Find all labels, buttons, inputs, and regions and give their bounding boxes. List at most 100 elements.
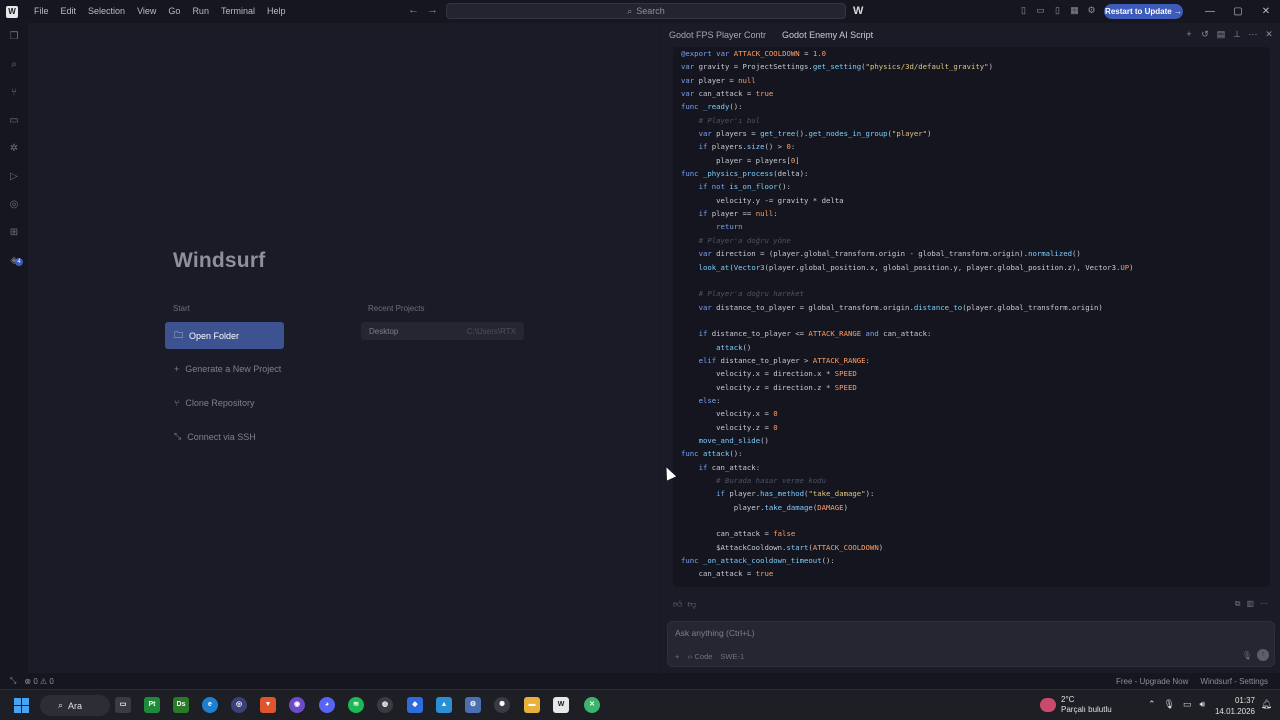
explorer-icon[interactable]: ❐ xyxy=(8,31,20,43)
spotify-icon[interactable]: ≋ xyxy=(348,697,364,713)
open-folder-button[interactable]: 🗀 Open Folder xyxy=(165,322,284,349)
weather-text: 2°C Parçalı bulutlu xyxy=(1061,695,1112,715)
chat-input[interactable]: Ask anything (Ctrl+L) + ‹› Code SWE-1 🎙︎… xyxy=(667,621,1275,667)
book-icon[interactable]: ▭ xyxy=(8,115,20,127)
microphone-icon[interactable]: 🎙︎ xyxy=(1242,651,1252,660)
code-line: var players = get_tree().get_nodes_in_gr… xyxy=(698,129,932,139)
photos-icon[interactable]: ▲ xyxy=(436,697,452,713)
more-icon[interactable]: ⋯ xyxy=(1248,29,1258,40)
pin-icon[interactable]: ⊥ xyxy=(1232,29,1242,40)
menu-file[interactable]: File xyxy=(28,0,55,23)
add-context-icon[interactable]: + xyxy=(675,652,679,661)
code-block[interactable]: @export var ATTACK_COOLDOWN = 1.0 var gra… xyxy=(673,47,1270,587)
close-icon[interactable]: ✕ xyxy=(1264,29,1274,40)
forward-arrow-icon[interactable]: → xyxy=(427,4,438,16)
edge-icon[interactable]: e xyxy=(202,697,218,713)
remote-icon[interactable]: ◎ xyxy=(8,199,20,211)
settings-app-icon[interactable]: ⚙ xyxy=(465,697,481,713)
microphone-icon[interactable]: 🎙︎ xyxy=(1164,699,1175,710)
menu-selection[interactable]: Selection xyxy=(82,0,131,23)
weather-widget[interactable]: 2°C Parçalı bulutlu xyxy=(1040,695,1112,715)
send-button[interactable]: ↑ xyxy=(1257,649,1269,661)
pycharm-icon[interactable]: Pt xyxy=(144,697,160,713)
search-icon[interactable]: ⌕ xyxy=(8,59,20,71)
windows-start-icon[interactable] xyxy=(14,698,29,713)
menu-view[interactable]: View xyxy=(131,0,162,23)
clock-date: 14.01.2026 xyxy=(1214,707,1255,716)
tab-enemy-ai[interactable]: Godot Enemy AI Script xyxy=(774,23,881,47)
app-icon[interactable]: ◎ xyxy=(231,697,247,713)
windsurf-taskbar-icon[interactable]: W xyxy=(553,697,569,713)
mode-selector[interactable]: ‹› Code xyxy=(687,652,712,661)
extensions-icon[interactable]: ⊞ xyxy=(8,227,20,239)
code-line: player = players[0] xyxy=(681,155,800,165)
menu-terminal[interactable]: Terminal xyxy=(215,0,261,23)
toggle-secondary-sidebar-icon[interactable]: ▯ xyxy=(1052,5,1063,16)
generate-project-link[interactable]: + Generate a New Project xyxy=(174,364,281,374)
search-icon: ⌕ xyxy=(627,5,633,16)
toggle-sidebar-icon[interactable]: ▯ xyxy=(1018,5,1029,16)
taskbar-search[interactable]: ⌕ Ara xyxy=(40,695,110,716)
customize-layout-icon[interactable]: ▦ xyxy=(1069,5,1080,16)
app-icon[interactable]: ◆ xyxy=(407,697,423,713)
copy-icon[interactable]: ⧉ xyxy=(1235,599,1241,609)
app-icon[interactable]: ✕ xyxy=(584,697,600,713)
plus-icon[interactable]: + xyxy=(1184,29,1194,40)
windsurf-logo-icon[interactable]: W xyxy=(6,5,18,18)
task-view-icon[interactable]: ▭ xyxy=(115,697,131,713)
model-selector[interactable]: SWE-1 xyxy=(720,652,744,661)
menu-edit[interactable]: Edit xyxy=(55,0,83,23)
recent-project-item[interactable]: Desktop C:\Users\RTX xyxy=(361,322,524,340)
app-icon[interactable]: ◉ xyxy=(289,697,305,713)
code-line: @export var ATTACK_COOLDOWN = 1.0 xyxy=(681,49,827,58)
errors-count: 0 xyxy=(33,676,38,686)
history-icon[interactable]: ↺ xyxy=(1200,29,1210,40)
brave-icon[interactable]: ▼ xyxy=(260,697,276,713)
chat-footer: + ‹› Code SWE-1 xyxy=(675,652,744,661)
code-line: var can_attack = true xyxy=(681,89,774,99)
more-icon[interactable]: ⋯ xyxy=(1260,599,1268,609)
upgrade-link[interactable]: Free - Upgrade Now xyxy=(1116,677,1188,686)
remote-status-icon[interactable]: ⤡ xyxy=(10,676,16,686)
file-explorer-icon[interactable]: ▬ xyxy=(524,697,540,713)
problems-indicator[interactable]: ⊗ 0 ⚠ 0 xyxy=(24,677,53,686)
stats-icon[interactable]: ▥ xyxy=(1246,599,1254,609)
settings-link[interactable]: Windsurf - Settings xyxy=(1200,677,1268,686)
welcome-title: Windsurf xyxy=(173,249,266,272)
toggle-panel-icon[interactable]: ▭ xyxy=(1035,5,1046,16)
restart-to-update-button[interactable]: Restart to Update → xyxy=(1104,4,1183,19)
chevron-up-icon[interactable]: ⌃ xyxy=(1148,699,1156,710)
menu-go[interactable]: Go xyxy=(162,0,186,23)
warnings-count: 0 xyxy=(49,676,54,686)
code-line: look_at(Vector3(player.global_position.x… xyxy=(698,262,1134,272)
discord-icon[interactable]: ◕ xyxy=(319,697,335,713)
tab-fps-player[interactable]: Godot FPS Player Contr xyxy=(661,23,774,47)
clock[interactable]: 01:37 14.01.2026 xyxy=(1215,695,1255,717)
system-tray: ⌃ 🎙︎ ▭ 🔊︎ xyxy=(1148,699,1205,710)
gear-icon[interactable]: ⚙ xyxy=(1086,5,1097,16)
game-icon[interactable]: ◈ xyxy=(8,255,20,267)
maximize-icon[interactable]: ▢ xyxy=(1224,0,1252,23)
clone-repository-link[interactable]: ⑂ Clone Repository xyxy=(174,398,254,408)
run-icon[interactable]: ▷ xyxy=(8,171,20,183)
chatgpt-icon[interactable]: ✺ xyxy=(494,697,510,713)
notification-bell-icon[interactable]: 🔔︎ xyxy=(1261,699,1272,710)
network-icon[interactable]: ▭ xyxy=(1183,699,1192,710)
volume-icon[interactable]: 🔊︎ xyxy=(1200,699,1206,710)
window-controls: — ▢ ✕ xyxy=(1196,0,1280,23)
thumbs-up-icon[interactable]: 👍︎ xyxy=(673,599,682,610)
connect-ssh-link[interactable]: ⤡ Connect via SSH xyxy=(174,431,256,442)
menu-run[interactable]: Run xyxy=(186,0,215,23)
source-control-icon[interactable]: ⑂ xyxy=(8,87,20,99)
close-icon[interactable]: ✕ xyxy=(1252,0,1280,23)
menu-help[interactable]: Help xyxy=(261,0,292,23)
windows-taskbar: ⌕ Ara ▭ Pt Ds e ◎ ▼ ◉ ◕ ≋ ◍ ◆ ▲ ⚙ ✺ ▬ W … xyxy=(0,689,1280,720)
trash-icon[interactable]: ▤ xyxy=(1216,29,1226,40)
back-arrow-icon[interactable]: ← xyxy=(408,4,419,16)
chrome-icon[interactable]: ◍ xyxy=(377,697,393,713)
ds-app-icon[interactable]: Ds xyxy=(173,697,189,713)
thumbs-down-icon[interactable]: 👎︎ xyxy=(687,599,696,610)
command-search-input[interactable]: ⌕ Search xyxy=(446,3,846,19)
minimize-icon[interactable]: — xyxy=(1196,0,1224,23)
debug-icon[interactable]: ✲ xyxy=(8,143,20,155)
